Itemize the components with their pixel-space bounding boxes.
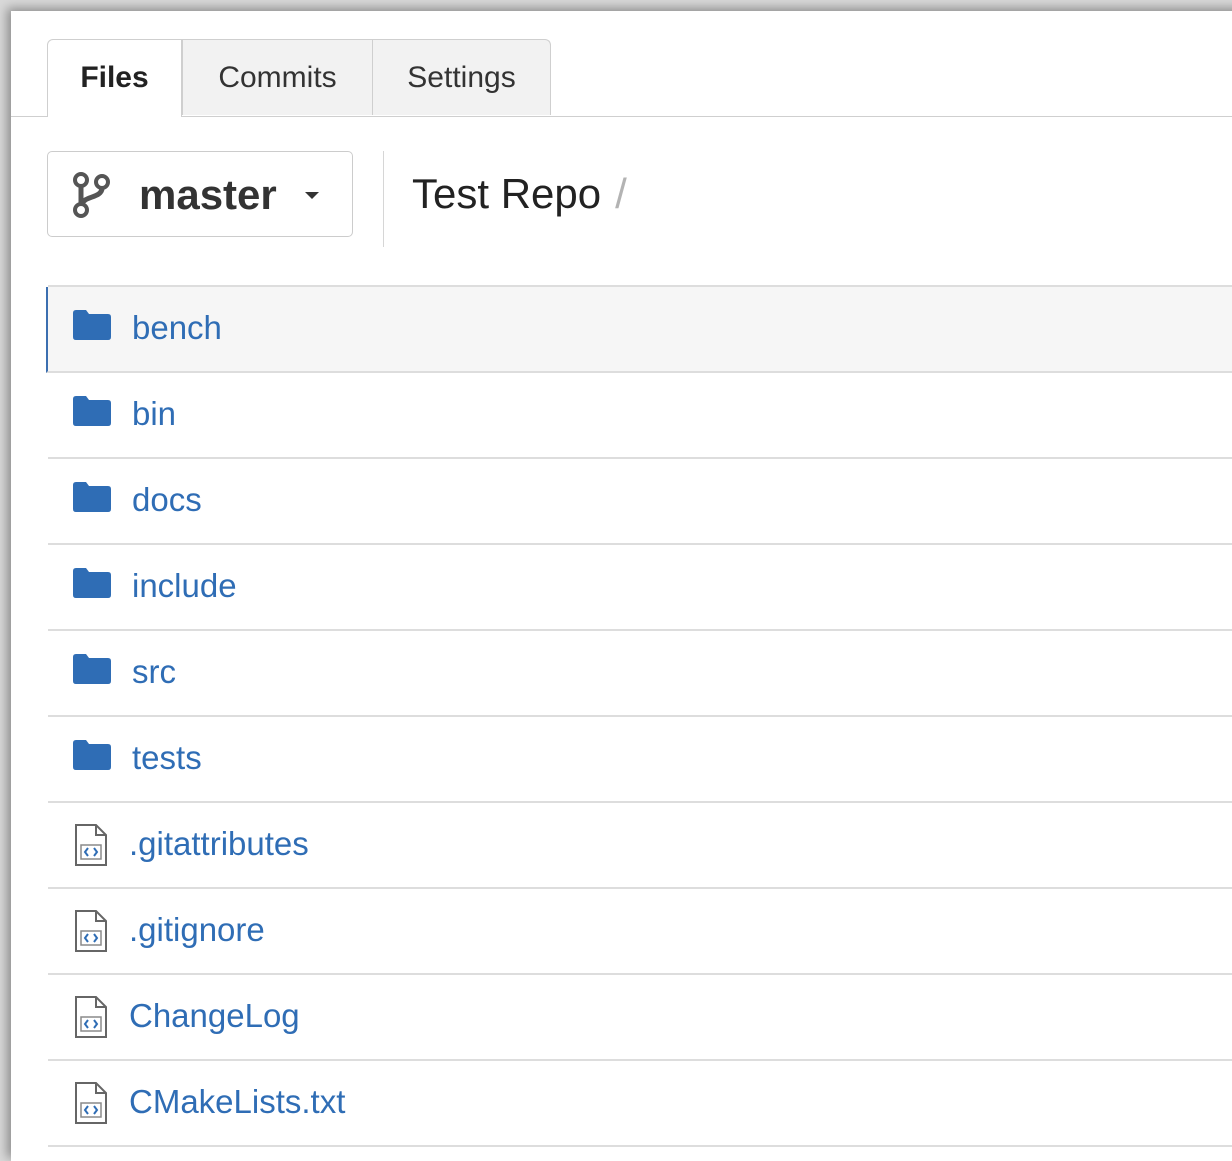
- file-name-link[interactable]: docs: [132, 479, 202, 521]
- file-name-link[interactable]: tests: [132, 737, 202, 779]
- folder-row[interactable]: src: [48, 631, 1232, 717]
- folder-icon: [72, 395, 112, 432]
- git-branch-icon: [73, 172, 110, 218]
- file-row[interactable]: .gitattributes: [48, 803, 1232, 889]
- tab-settings[interactable]: Settings: [372, 39, 551, 115]
- file-list: bench bin docs include src tests .gitattribute…: [46, 285, 1232, 1147]
- repository-panel: Files Commits Settings master Test Repo /…: [11, 11, 1232, 1161]
- code-file-icon: [74, 909, 108, 958]
- file-name-link[interactable]: ChangeLog: [129, 995, 300, 1037]
- file-row[interactable]: .gitignore: [48, 889, 1232, 975]
- breadcrumb: Test Repo /: [412, 169, 627, 219]
- folder-icon: [72, 309, 112, 346]
- folder-row[interactable]: bin: [48, 373, 1232, 459]
- folder-row[interactable]: include: [48, 545, 1232, 631]
- branch-selector-button[interactable]: master: [47, 151, 353, 237]
- code-file-icon: [74, 823, 108, 872]
- code-file-icon: [74, 1081, 108, 1130]
- file-name-link[interactable]: .gitignore: [129, 909, 265, 951]
- folder-icon: [72, 567, 112, 604]
- file-name-link[interactable]: .gitattributes: [129, 823, 309, 865]
- branch-name: master: [139, 171, 277, 218]
- file-name-link[interactable]: bench: [132, 307, 222, 349]
- breadcrumb-separator: /: [615, 170, 627, 217]
- folder-icon: [72, 481, 112, 518]
- breadcrumb-repo[interactable]: Test Repo: [412, 170, 601, 217]
- file-name-link[interactable]: src: [132, 651, 176, 693]
- tab-bar: Files Commits Settings: [11, 11, 1232, 117]
- folder-row[interactable]: bench: [46, 287, 1232, 373]
- file-row[interactable]: CMakeLists.txt: [48, 1061, 1232, 1147]
- tab-commits[interactable]: Commits: [182, 39, 373, 115]
- code-file-icon: [74, 995, 108, 1044]
- chevron-down-icon: [305, 192, 319, 199]
- divider: [383, 151, 384, 247]
- file-name-link[interactable]: CMakeLists.txt: [129, 1081, 345, 1123]
- file-name-link[interactable]: bin: [132, 393, 176, 435]
- tab-files[interactable]: Files: [47, 39, 182, 117]
- folder-row[interactable]: docs: [48, 459, 1232, 545]
- file-name-link[interactable]: include: [132, 565, 237, 607]
- folder-icon: [72, 739, 112, 776]
- file-row[interactable]: ChangeLog: [48, 975, 1232, 1061]
- folder-icon: [72, 653, 112, 690]
- folder-row[interactable]: tests: [48, 717, 1232, 803]
